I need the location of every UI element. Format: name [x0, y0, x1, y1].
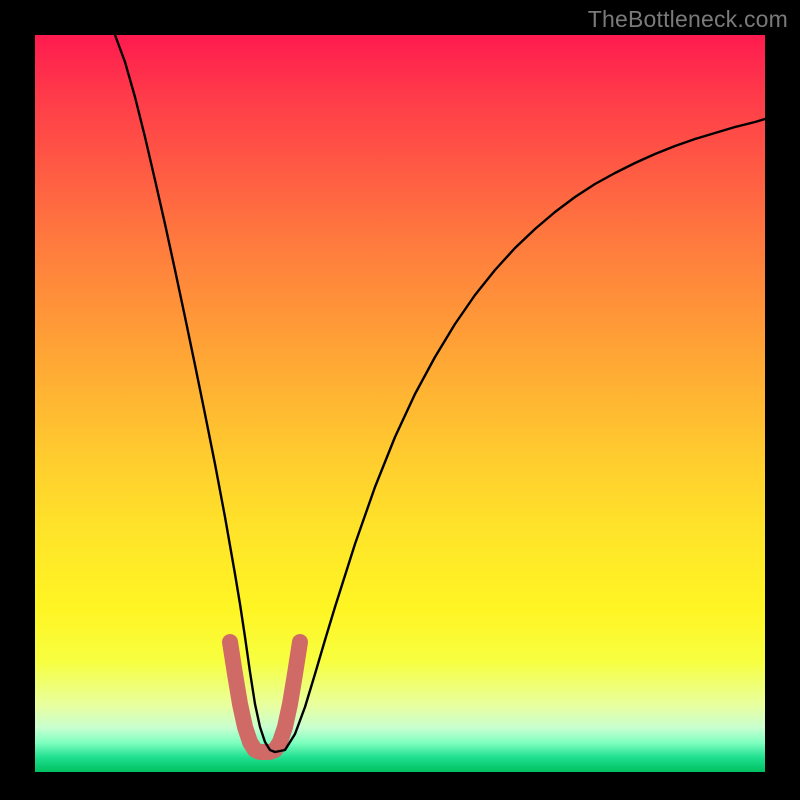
plot-area: [35, 35, 765, 772]
watermark-text: TheBottleneck.com: [588, 6, 788, 33]
chart-frame: TheBottleneck.com: [0, 0, 800, 800]
curve-canvas: [35, 35, 765, 772]
highlight-segment: [230, 642, 300, 752]
main-curve: [115, 35, 765, 752]
